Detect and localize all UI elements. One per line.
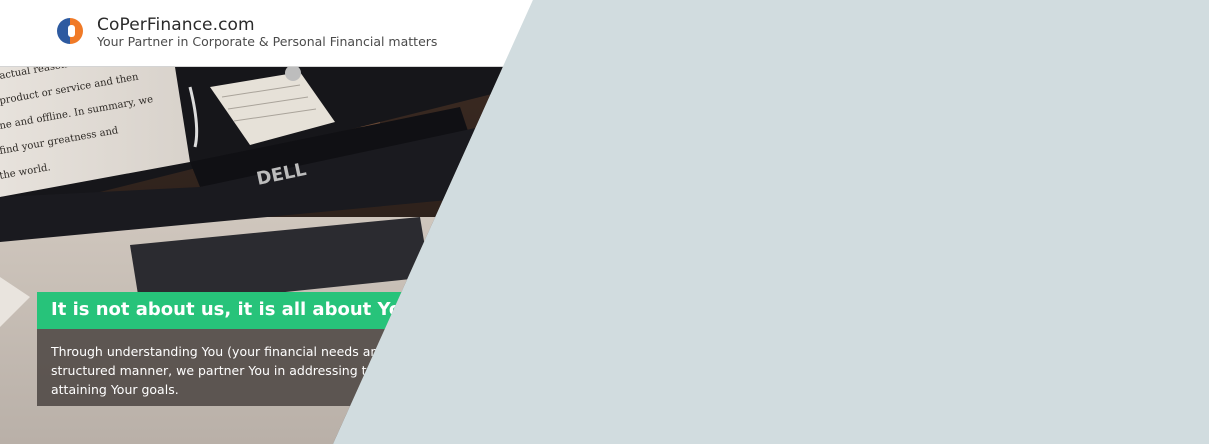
hero-left-panel: CoPerFinance.com Your Partner in Corpora…: [0, 0, 533, 444]
hero-description: Through understanding You (your financia…: [51, 344, 479, 397]
description-box: Through understanding You (your financia…: [37, 329, 533, 406]
hero-headline: It is not about us, it is all about You: [51, 299, 415, 320]
site-header: CoPerFinance.com Your Partner in Corpora…: [0, 0, 533, 67]
brand-tagline: Your Partner in Corporate & Personal Fin…: [97, 34, 438, 49]
coperfinance-logo-icon[interactable]: [56, 16, 84, 46]
brand-name[interactable]: CoPerFinance.com: [97, 15, 255, 35]
headline-banner: It is not about us, it is all about You: [37, 292, 533, 329]
hero-photo: actual reasons why people product or ser…: [0, 67, 533, 444]
slide-stage: CoPerFinance.com Your Partner in Corpora…: [0, 0, 1209, 444]
